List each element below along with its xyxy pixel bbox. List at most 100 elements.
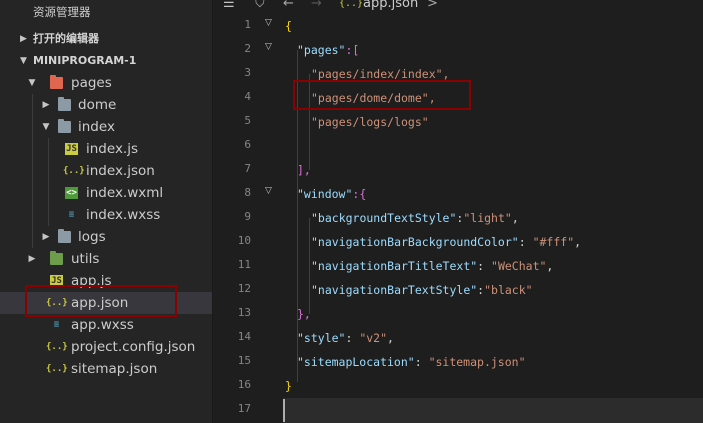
tree-item-index-wxss[interactable]: ≡ index.wxss [0,204,212,226]
line-number-gutter: 1 2 3 4 5 6 7 8 9 10 11 12 13 14 15 16 1… [213,14,285,423]
line-number: 1 [244,18,251,31]
code-line-2: "pages":[ [297,38,359,62]
tree-item-label: project.config.json [71,339,196,355]
tree-item-app-js[interactable]: JS app.js [0,270,212,292]
comma: , [387,331,394,345]
line-number: 3 [244,66,251,79]
back-arrow-icon[interactable]: ← [283,0,294,10]
line-number: 2 [244,42,251,55]
fold-chevron-icon[interactable]: ▽ [265,42,272,52]
tree-item-utils[interactable]: ▶ utils [0,248,212,270]
breadcrumb-separator: > [427,0,438,11]
tree-item-index-wxml[interactable]: <> index.wxml [0,182,212,204]
json-file-icon: {..} [63,166,85,176]
chevron-right-icon: ▶ [42,232,50,242]
line-number: 16 [237,378,251,391]
code-line-7: ], [297,158,311,182]
json-key: "navigationBarBackgroundColor" [311,235,519,249]
bookmark-icon[interactable]: ⛉ [255,0,265,10]
json-string: "#fff" [532,235,575,249]
line-number: 9 [244,210,251,223]
json-key: "navigationBarTextStyle" [311,283,478,297]
tree-item-label: sitemap.json [71,361,158,377]
tree-item-app-wxss[interactable]: ≡ app.wxss [0,314,212,336]
colon: : [518,235,533,249]
tree-item-pages[interactable]: ▼ pages [0,72,212,94]
chevron-right-icon: ▶ [28,254,36,264]
tree-item-label: logs [78,229,106,245]
code-line-14: "style": "v2", [297,326,394,350]
chevron-down-icon: ▼ [20,56,27,66]
css-file-icon: ≡ [53,320,60,330]
code-editor[interactable]: ☰ ⛉ ← → {..} app.json > 1 2 3 4 5 6 7 8 … [213,0,703,423]
folder-gray-icon [58,97,71,111]
code-line-12: "navigationBarTextStyle":"black" [311,278,533,302]
json-key: "sitemapLocation" [297,355,415,369]
code-line-5: "pages/logs/logs" [311,110,429,134]
json-string: "pages/dome/dome", [311,91,436,105]
project-header[interactable]: ▼ MINIPROGRAM-1 [0,50,212,72]
line-number: 14 [237,330,251,343]
tree-item-index-json[interactable]: {..} index.json [0,160,212,182]
line-number: 12 [237,282,251,295]
tree-item-label: app.wxss [71,317,134,333]
code-line-15: "sitemapLocation": "sitemap.json" [297,350,526,374]
forward-arrow-icon[interactable]: → [311,0,322,10]
json-file-icon: {..} [339,0,364,9]
explorer-sidebar: 资源管理器 ▶ 打开的编辑器 ▼ MINIPROGRAM-1 ▼ pages ▶… [0,0,213,423]
json-key: "pages" [297,43,346,57]
code-line-16: } [285,374,292,398]
line-number: 4 [244,90,251,103]
fold-chevron-icon[interactable]: ▽ [265,186,272,196]
line-number: 6 [244,138,251,151]
brace: :{ [352,187,367,201]
line-number: 5 [244,114,251,127]
tree-item-project-config-json[interactable]: {..} project.config.json [0,336,212,358]
line-number: 7 [244,162,251,175]
json-string: "sitemap.json" [428,355,526,369]
tree-item-label: index [78,119,115,135]
code-line-3: "pages/index/index", [311,62,449,86]
json-key: "navigationBarTitleText" [311,259,478,273]
breadcrumb-file[interactable]: app.json [363,0,418,10]
list-icon[interactable]: ☰ [223,0,235,10]
code-line-11: "navigationBarTitleText": "WeChat", [311,254,553,278]
colon: : [345,331,360,345]
tree-item-label: app.js [71,273,112,289]
fold-chevron-icon[interactable]: ▽ [265,18,272,28]
project-label: MINIPROGRAM-1 [33,54,137,67]
tree-item-logs[interactable]: ▶ logs [0,226,212,248]
line-number: 15 [237,354,251,367]
code-area[interactable]: { "pages":[ "pages/index/index", "pages/… [285,14,703,423]
tree-item-label: index.json [86,163,155,179]
indent-guide [309,218,310,314]
line-number: 8 [244,186,251,199]
json-key: "style" [297,331,346,345]
open-editors-header[interactable]: ▶ 打开的编辑器 [0,28,212,50]
colon: : [477,259,492,273]
comma: , [546,259,554,273]
css-file-icon: ≡ [68,210,75,220]
tree-item-app-json[interactable]: {..} app.json [0,292,212,314]
json-string: "pages/logs/logs" [311,115,429,129]
tree-item-label: dome [78,97,117,113]
js-file-icon: JS [65,143,78,155]
js-file-icon: JS [50,275,63,287]
tree-item-index[interactable]: ▼ index [0,116,212,138]
explorer-title: 资源管理器 [0,0,212,24]
folder-open-red-icon [50,75,63,89]
json-file-icon: {..} [46,298,68,308]
tree-item-index-js[interactable]: JS index.js [0,138,212,160]
wxml-file-icon: <> [65,187,78,199]
chevron-right-icon: ▶ [42,100,50,110]
json-string: "black" [484,283,533,297]
tree-item-dome[interactable]: ▶ dome [0,94,212,116]
code-line-10: "navigationBarBackgroundColor": "#fff", [311,230,581,254]
tree-item-sitemap-json[interactable]: {..} sitemap.json [0,358,212,380]
json-string: "pages/index/index", [311,67,450,81]
tree-item-label: pages [71,75,112,91]
json-string: "WeChat" [491,259,547,273]
comma: , [574,235,582,249]
chevron-right-icon: ▶ [20,34,27,44]
code-line-13: }, [297,302,311,326]
